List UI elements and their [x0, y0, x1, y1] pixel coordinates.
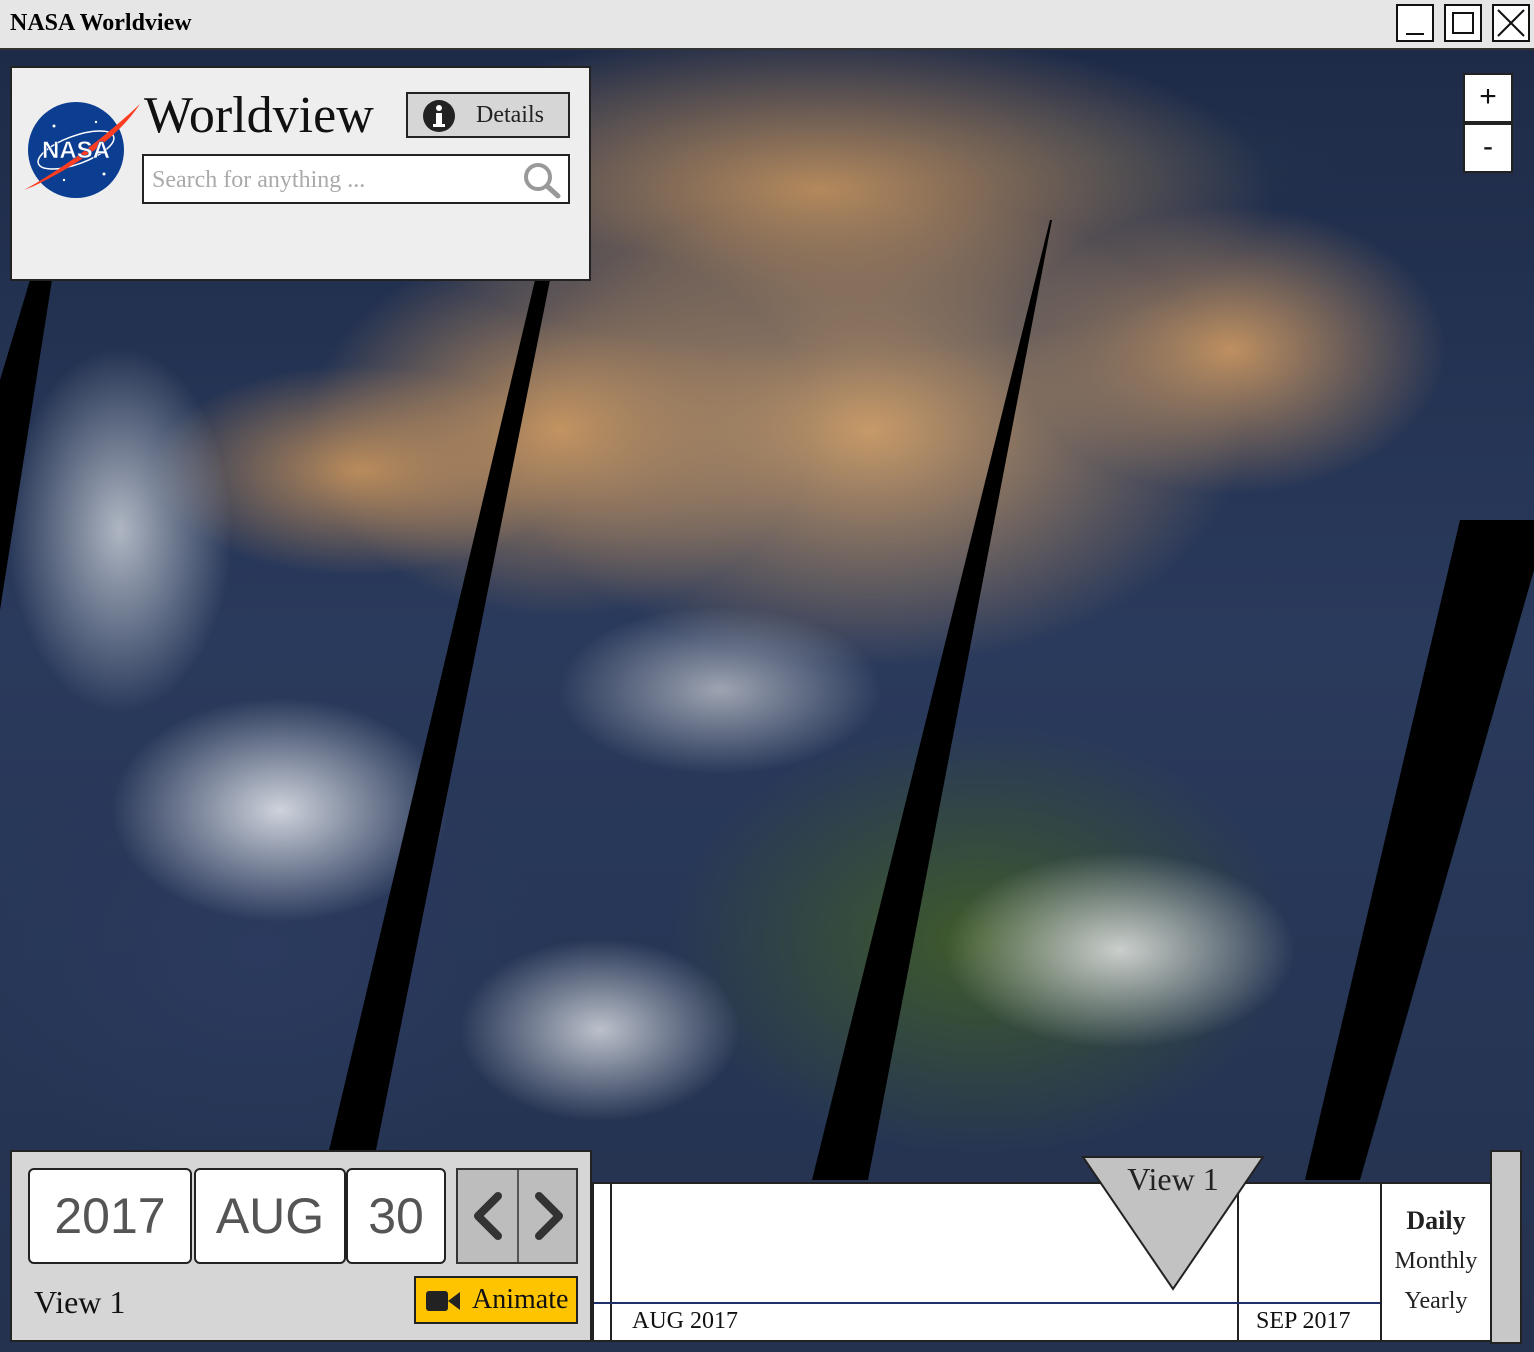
timeline-month-label: AUG 2017: [632, 1308, 738, 1334]
maximize-button[interactable]: [1444, 4, 1482, 42]
nasa-logo: NASA: [24, 102, 140, 198]
app-brand-title: Worldview: [144, 87, 374, 144]
period-yearly[interactable]: Yearly: [1382, 1288, 1490, 1315]
chevron-left-icon: [474, 1192, 502, 1240]
zoom-out-button[interactable]: -: [1463, 123, 1513, 173]
minimize-icon: [1406, 33, 1424, 35]
search-input[interactable]: [150, 162, 514, 198]
next-day-button[interactable]: [519, 1170, 578, 1262]
year-field[interactable]: 2017: [28, 1168, 192, 1264]
period-daily[interactable]: Daily: [1382, 1206, 1490, 1236]
previous-day-button[interactable]: [458, 1170, 519, 1262]
timeline-axis: [594, 1302, 1380, 1304]
month-field[interactable]: AUG: [194, 1168, 346, 1264]
window-title-bar: NASA Worldview: [0, 0, 1534, 50]
timeline-marker-label: View 1: [1127, 1161, 1219, 1197]
period-monthly[interactable]: Monthly: [1382, 1248, 1490, 1275]
animate-button[interactable]: Animate: [414, 1276, 578, 1324]
close-icon: [1497, 9, 1525, 37]
window-title: NASA Worldview: [10, 10, 192, 36]
search-panel: NASA Worldview Details: [10, 66, 591, 281]
view-label: View 1: [34, 1284, 126, 1320]
chevron-right-icon: [535, 1192, 563, 1240]
info-icon: [423, 100, 455, 132]
timeline-month-label: SEP 2017: [1256, 1308, 1351, 1334]
date-selector-panel: 2017 AUG 30 View 1 Animate: [10, 1150, 592, 1342]
day-field[interactable]: 30: [346, 1168, 446, 1264]
search-box[interactable]: [142, 154, 570, 204]
minimize-button[interactable]: [1396, 4, 1434, 42]
video-camera-icon: [426, 1291, 460, 1311]
search-icon[interactable]: [522, 161, 562, 199]
details-button[interactable]: Details: [406, 92, 570, 138]
zoom-in-button[interactable]: +: [1463, 73, 1513, 123]
timeline-scrollbar[interactable]: [1490, 1150, 1522, 1344]
close-button[interactable]: [1492, 4, 1530, 42]
time-period-selector: Daily Monthly Yearly: [1380, 1182, 1492, 1342]
svg-text:NASA: NASA: [42, 137, 110, 164]
date-step-buttons: [456, 1168, 578, 1264]
timeline-tick: [610, 1184, 612, 1340]
timeline-view-marker[interactable]: View 1: [1080, 1155, 1266, 1293]
maximize-icon: [1452, 12, 1474, 34]
details-label: Details: [476, 102, 544, 128]
animate-label: Animate: [472, 1284, 569, 1315]
